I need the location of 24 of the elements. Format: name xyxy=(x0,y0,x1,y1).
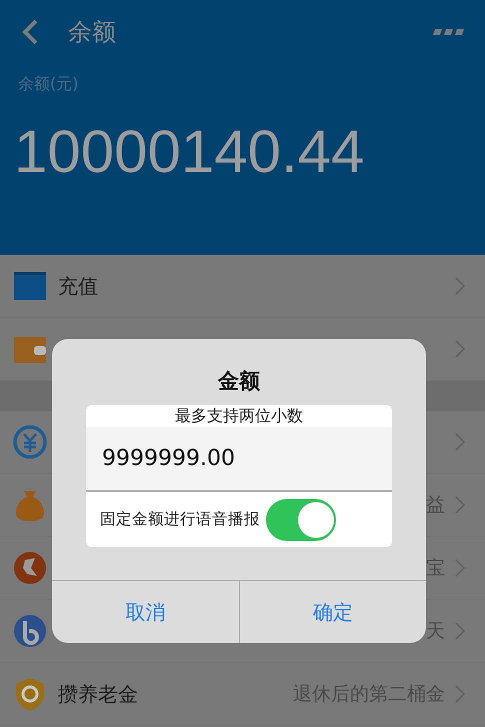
balance-label: 余额(元) xyxy=(18,74,80,95)
round-icon xyxy=(12,550,48,586)
chevron-icon xyxy=(455,340,465,358)
round-icon xyxy=(12,613,48,649)
toggle-label: 固定金额进行语音播报 xyxy=(100,509,260,530)
chevron-icon xyxy=(455,559,465,577)
chevron-icon xyxy=(455,496,465,514)
hint-text: 最多支持两位小数 xyxy=(174,405,304,427)
dialog-button[interactable]: 确定 xyxy=(238,581,426,643)
chevron-icon xyxy=(455,685,465,703)
dialog-button[interactable]: 取消 xyxy=(52,581,238,643)
dialog-title: 金额 xyxy=(216,368,261,395)
balance-amount: 10000140.44 xyxy=(14,117,366,186)
chevron-icon xyxy=(455,277,465,295)
chevron-icon xyxy=(455,622,465,640)
page-title: 余额 xyxy=(68,17,116,48)
item-label: 攒养老金 xyxy=(58,680,138,708)
item-label: 充值 xyxy=(58,272,98,300)
back-icon[interactable] xyxy=(20,19,40,45)
more-icon[interactable] xyxy=(433,28,465,36)
toggle-switch[interactable] xyxy=(266,498,336,540)
amount-field[interactable]: 9999999.00 xyxy=(86,427,392,492)
chevron-icon xyxy=(455,433,465,451)
currency-icon xyxy=(12,424,48,460)
